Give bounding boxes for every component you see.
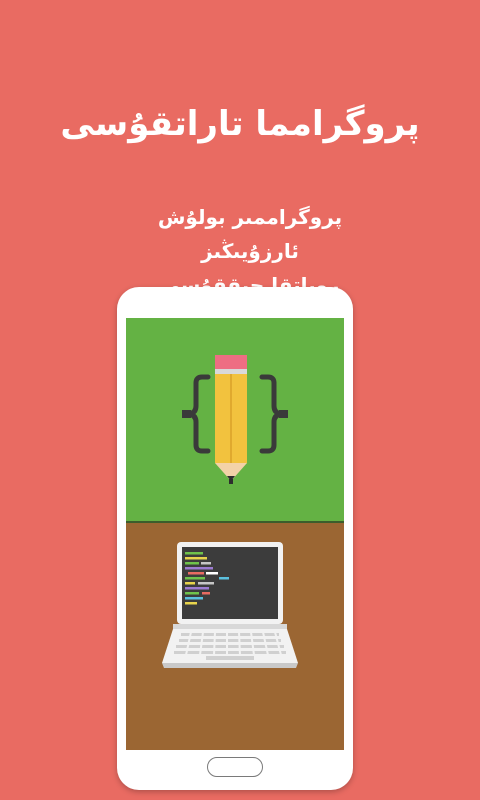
app-page: { "header": { "title": "پروگرامما تاراتق… <box>0 0 480 800</box>
laptop-code-icon <box>162 542 298 668</box>
pencil-braces-icon <box>182 355 288 484</box>
right-brace-icon <box>259 374 284 454</box>
pencil-icon <box>215 355 247 484</box>
page-title: پروگرامما تاراتقۇسى <box>60 104 420 144</box>
phone-mockup <box>117 287 353 790</box>
left-brace-icon <box>186 374 211 454</box>
laptop-illustration-panel <box>126 523 344 750</box>
coding-illustration-panel <box>126 318 344 521</box>
home-button[interactable] <box>207 757 263 777</box>
intro-line-1: پروگراممىر بولۇش ئارزۇيىڭىز <box>157 205 343 263</box>
phone-screen <box>126 318 344 750</box>
